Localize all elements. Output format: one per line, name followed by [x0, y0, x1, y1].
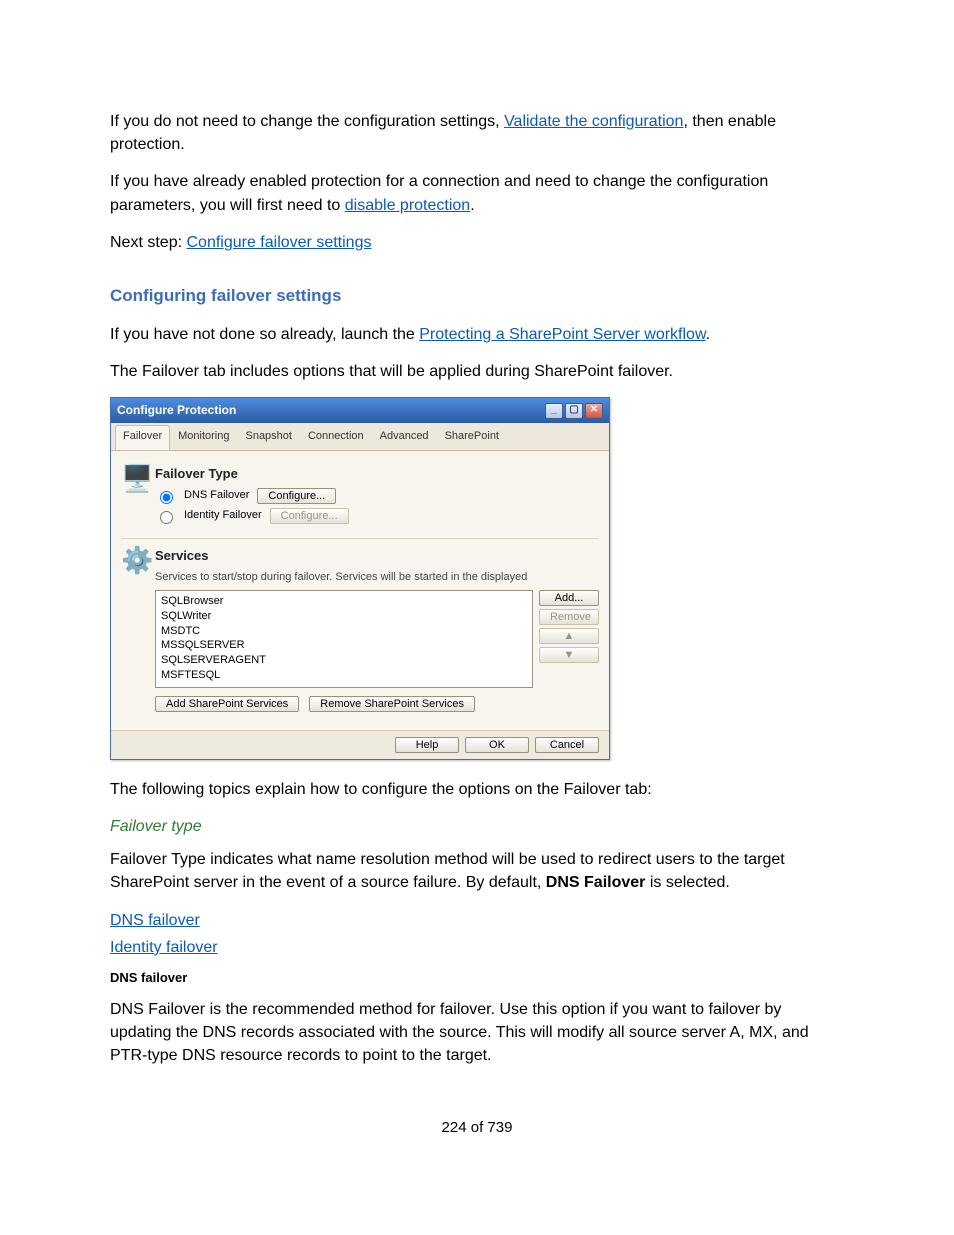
page-number: 224 of 739 — [110, 1117, 844, 1139]
configure-protection-dialog: Configure Protection _ ▢ ✕ Failover Moni… — [110, 397, 610, 760]
paragraph: If you do not need to change the configu… — [110, 110, 844, 156]
list-item[interactable]: SQLWriter — [161, 609, 527, 624]
text: Next step: — [110, 234, 186, 251]
radio-dns-failover[interactable] — [160, 491, 173, 504]
paragraph: DNS Failover is the recommended method f… — [110, 998, 844, 1068]
text: If you do not need to change the configu… — [110, 113, 504, 130]
dialog-title: Configure Protection — [117, 402, 236, 419]
radio-identity-failover[interactable] — [160, 511, 173, 524]
text: If you have not done so already, launch … — [110, 326, 419, 343]
link-identity-failover[interactable]: Identity failover — [110, 939, 218, 956]
list-item[interactable]: SQLBrowser — [161, 594, 527, 609]
paragraph: If you have already enabled protection f… — [110, 170, 844, 216]
dialog-body: 🖥️ Failover Type DNS Failover Configure.… — [111, 451, 609, 730]
paragraph: Failover Type indicates what name resolu… — [110, 848, 844, 894]
text-bold: DNS Failover — [546, 874, 646, 891]
paragraph: If you have not done so already, launch … — [110, 323, 844, 346]
window-controls: _ ▢ ✕ — [545, 403, 603, 419]
add-service-button[interactable]: Add... — [539, 590, 599, 606]
list-item[interactable]: MSFTESQL — [161, 668, 527, 683]
list-item[interactable]: MSSQLSERVER — [161, 638, 527, 653]
text: . — [706, 326, 710, 343]
tab-advanced[interactable]: Advanced — [372, 425, 437, 450]
services-icon: ⚙️ — [121, 547, 155, 712]
tab-failover[interactable]: Failover — [115, 425, 170, 450]
dialog-titlebar: Configure Protection _ ▢ ✕ — [111, 398, 609, 423]
tab-snapshot[interactable]: Snapshot — [237, 425, 299, 450]
maximize-button[interactable]: ▢ — [565, 403, 583, 419]
remove-sharepoint-services-button[interactable]: Remove SharePoint Services — [309, 696, 475, 712]
document-content: If you do not need to change the configu… — [110, 110, 844, 1139]
heading-failover-type: Failover type — [110, 815, 844, 838]
add-sharepoint-services-button[interactable]: Add SharePoint Services — [155, 696, 299, 712]
configure-identity-button: Configure... — [270, 508, 349, 524]
list-item[interactable]: SQLSERVERAGENT — [161, 653, 527, 668]
move-down-button: ▼ — [539, 647, 599, 663]
help-button[interactable]: Help — [395, 737, 459, 753]
move-up-button: ▲ — [539, 628, 599, 644]
text: is selected. — [645, 874, 729, 891]
paragraph: The following topics explain how to conf… — [110, 778, 844, 801]
paragraph-next-step: Next step: Configure failover settings — [110, 231, 844, 254]
services-listbox[interactable]: SQLBrowser SQLWriter MSDTC MSSQLSERVER S… — [155, 590, 533, 688]
failover-type-icon: 🖥️ — [121, 465, 155, 528]
link-dns-failover[interactable]: DNS failover — [110, 912, 200, 929]
tab-monitoring[interactable]: Monitoring — [170, 425, 237, 450]
remove-service-button: Remove — [539, 609, 599, 625]
radio-label: Identity Failover — [184, 508, 262, 524]
configure-dns-button[interactable]: Configure... — [257, 488, 336, 504]
cancel-button[interactable]: Cancel — [535, 737, 599, 753]
section-services: ⚙️ Services Services to start/stop durin… — [121, 538, 599, 722]
heading-dns-failover: DNS failover — [110, 969, 844, 988]
section-title: Services — [155, 547, 599, 566]
minimize-button[interactable]: _ — [545, 403, 563, 419]
link-protecting-sharepoint-workflow[interactable]: Protecting a SharePoint Server workflow — [419, 326, 705, 343]
text: . — [470, 197, 474, 214]
link-validate-configuration[interactable]: Validate the configuration — [504, 113, 683, 130]
dialog-footer: Help OK Cancel — [111, 730, 609, 759]
tab-strip: Failover Monitoring Snapshot Connection … — [111, 423, 609, 451]
heading-configuring-failover-settings: Configuring failover settings — [110, 284, 844, 309]
radio-label: DNS Failover — [184, 488, 249, 504]
ok-button[interactable]: OK — [465, 737, 529, 753]
list-item[interactable]: MSDTC — [161, 624, 527, 639]
section-title: Failover Type — [155, 465, 599, 484]
tab-connection[interactable]: Connection — [300, 425, 372, 450]
section-failover-type: 🖥️ Failover Type DNS Failover Configure.… — [121, 457, 599, 538]
services-subtitle: Services to start/stop during failover. … — [155, 570, 599, 586]
close-button[interactable]: ✕ — [585, 403, 603, 419]
link-disable-protection[interactable]: disable protection — [345, 197, 470, 214]
paragraph: The Failover tab includes options that w… — [110, 360, 844, 383]
tab-sharepoint[interactable]: SharePoint — [437, 425, 507, 450]
link-configure-failover-settings[interactable]: Configure failover settings — [186, 234, 371, 251]
